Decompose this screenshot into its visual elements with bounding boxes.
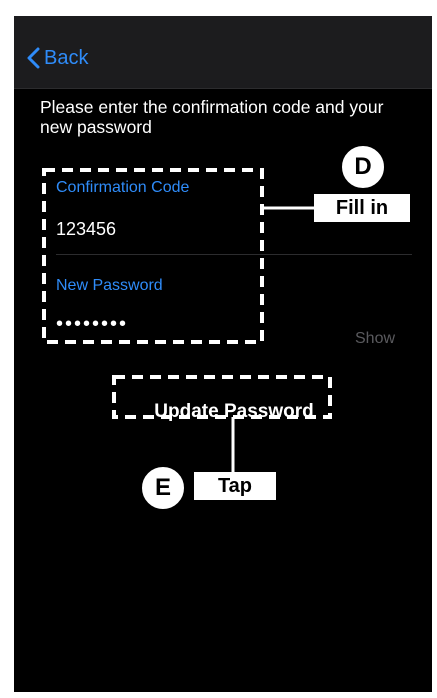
new-password-input[interactable]: ••••••••	[56, 313, 128, 335]
confirmation-code-label: Confirmation Code	[56, 179, 190, 196]
navigation-bar: Back	[14, 16, 432, 89]
phone-screen: Back Please enter the confirmation code …	[14, 16, 432, 692]
fill-in-tag: Fill in	[314, 194, 410, 222]
chevron-left-icon	[26, 47, 40, 69]
step-d-badge: D	[340, 144, 386, 190]
show-password-button[interactable]: Show	[355, 329, 395, 349]
back-label: Back	[44, 47, 89, 69]
back-button[interactable]: Back	[26, 46, 88, 70]
update-password-button[interactable]: Update Password	[128, 397, 340, 427]
field-separator	[56, 254, 412, 255]
page: Back Please enter the confirmation code …	[0, 0, 437, 698]
confirmation-code-input[interactable]: 123456	[56, 218, 116, 240]
step-e-badge: E	[140, 465, 186, 511]
instructions-text: Please enter the confirmation code and y…	[40, 97, 384, 137]
new-password-label: New Password	[56, 277, 163, 294]
tap-tag: Tap	[194, 472, 276, 500]
